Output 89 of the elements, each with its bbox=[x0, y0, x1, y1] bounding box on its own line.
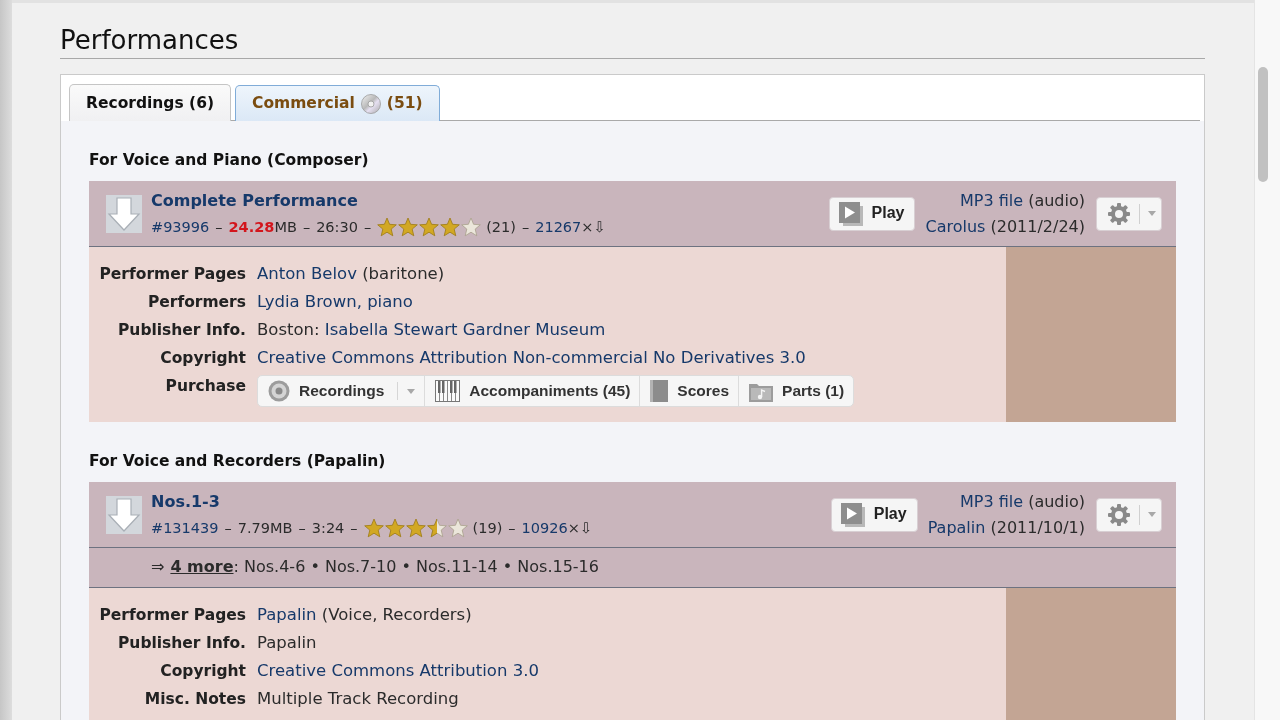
star-icon bbox=[398, 216, 419, 237]
purchase-button[interactable]: Parts (1) bbox=[738, 376, 854, 406]
disc-icon bbox=[268, 380, 290, 402]
separator-text: – bbox=[215, 217, 223, 237]
file-size-value: 7.79 bbox=[237, 518, 271, 538]
upload-date-text: (2011/2/24) bbox=[990, 216, 1085, 236]
play-icon bbox=[838, 201, 863, 226]
star-icon bbox=[405, 517, 426, 538]
separator-text: – bbox=[521, 217, 530, 237]
gear-icon bbox=[1107, 502, 1131, 527]
detail-text: (Voice, Recorders) bbox=[321, 605, 472, 624]
detail-link[interactable]: Lydia Brown, piano bbox=[257, 292, 413, 311]
recording-title-link[interactable]: Complete Performance bbox=[151, 189, 358, 212]
separator-text: – bbox=[508, 518, 516, 538]
field-label: Publisher Info. bbox=[117, 633, 246, 654]
play-button[interactable]: Play bbox=[830, 497, 918, 532]
detail-text: Boston: bbox=[257, 320, 320, 339]
download-icon[interactable] bbox=[106, 495, 142, 534]
separator-text: – bbox=[302, 217, 311, 237]
separator-text: – bbox=[363, 217, 372, 237]
recording-title-link[interactable]: Nos.1-3 bbox=[151, 490, 220, 513]
file-type-text: (audio) bbox=[1028, 190, 1085, 210]
star-icon bbox=[440, 216, 461, 237]
detail-link[interactable]: Papalin bbox=[257, 605, 317, 624]
detail-link[interactable]: Creative Commons Attribution Non-commercial No Derivatives 3.0 bbox=[257, 348, 806, 367]
file-type-link[interactable]: MP3 file bbox=[960, 190, 1024, 210]
half-star-icon bbox=[426, 517, 447, 538]
star-icon bbox=[377, 216, 398, 237]
field-label: Performer Pages bbox=[98, 264, 246, 285]
piano-keys-icon bbox=[435, 380, 461, 402]
settings-button[interactable] bbox=[1096, 497, 1162, 532]
detail-link[interactable]: Anton Belov bbox=[257, 264, 357, 283]
star-icon bbox=[384, 517, 405, 538]
upload-date-text: (2011/10/1) bbox=[990, 517, 1085, 537]
field-label: Publisher Info. bbox=[117, 320, 246, 341]
detail-text: Papalin bbox=[257, 633, 317, 652]
separator-text: – bbox=[224, 518, 232, 538]
field-label: Copyright bbox=[159, 348, 246, 369]
star-icon bbox=[419, 216, 440, 237]
meta-text: 3:24 bbox=[311, 518, 345, 538]
settings-button[interactable] bbox=[1096, 196, 1162, 231]
more-link[interactable]: 4 more bbox=[170, 557, 234, 578]
caret-icon bbox=[1148, 211, 1156, 216]
download-icon[interactable] bbox=[106, 194, 142, 233]
scrollbar-thumb[interactable] bbox=[1258, 67, 1268, 182]
file-type-text: (audio) bbox=[1028, 491, 1085, 511]
meta-link[interactable]: 10926 bbox=[521, 516, 568, 539]
detail-text: Multiple Track Recording bbox=[257, 689, 459, 708]
file-size-value: 24.28 bbox=[228, 217, 275, 237]
purchase-button[interactable]: Accompaniments (45) bbox=[424, 376, 640, 406]
detail-text: (baritone) bbox=[362, 264, 445, 283]
gear-icon bbox=[1107, 201, 1131, 226]
separator-text: – bbox=[350, 518, 358, 538]
field-label: Misc. Notes bbox=[143, 689, 246, 710]
meta-text: (19) bbox=[472, 518, 503, 538]
field-label: Performers bbox=[146, 292, 246, 313]
separator-text: – bbox=[298, 518, 306, 538]
purchase-button[interactable]: Recordings bbox=[258, 376, 425, 406]
meta-text: ×⇩ bbox=[581, 217, 606, 237]
caret-icon bbox=[1148, 512, 1156, 517]
meta-link[interactable]: 21267 bbox=[535, 215, 582, 238]
detail-link[interactable]: Isabella Stewart Gardner Museum bbox=[324, 320, 606, 339]
version-list-text: : Nos.4-6 • Nos.7-10 • Nos.11-14 • Nos.15-16 bbox=[233, 557, 599, 578]
field-label: Copyright bbox=[159, 661, 246, 682]
cd-icon bbox=[360, 93, 381, 114]
purchase-button[interactable]: Scores bbox=[639, 376, 739, 406]
arrow-icon: ⇒ bbox=[151, 557, 165, 578]
field-label: Purchase bbox=[164, 376, 246, 397]
star-icon bbox=[363, 517, 384, 538]
meta-link[interactable]: #93996 bbox=[151, 215, 210, 238]
section-title: For Voice and Piano (Composer) bbox=[89, 150, 370, 170]
meta-text: 26:30 bbox=[316, 217, 358, 237]
book-icon bbox=[650, 380, 669, 402]
uploader-link[interactable]: Papalin bbox=[927, 517, 986, 537]
file-size-unit: MB bbox=[270, 518, 293, 538]
uploader-link[interactable]: Carolus bbox=[925, 216, 986, 236]
tab[interactable]: Recordings (6) bbox=[69, 84, 232, 121]
tab[interactable]: Commercial (51) bbox=[235, 85, 440, 121]
meta-text: ×⇩ bbox=[567, 518, 593, 538]
meta-link[interactable]: #131439 bbox=[151, 516, 219, 539]
file-size-unit: MB bbox=[274, 217, 297, 237]
play-icon bbox=[840, 502, 865, 527]
file-type-link[interactable]: MP3 file bbox=[960, 491, 1024, 511]
meta-text: (21) bbox=[486, 217, 516, 237]
field-label: Performer Pages bbox=[98, 605, 246, 626]
detail-link[interactable]: Creative Commons Attribution 3.0 bbox=[257, 661, 539, 680]
section-title: For Voice and Recorders (Papalin) bbox=[89, 451, 387, 471]
play-button[interactable]: Play bbox=[828, 196, 916, 231]
page-heading: Performances bbox=[60, 25, 1205, 59]
